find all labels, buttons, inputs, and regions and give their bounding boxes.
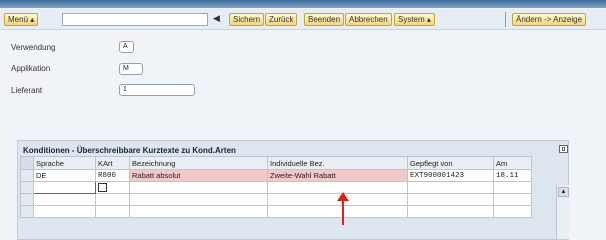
cell-empty[interactable]: [267, 205, 408, 218]
save-button[interactable]: Sichern: [229, 13, 265, 26]
applikation-label: Applikation: [11, 64, 51, 73]
cell-empty[interactable]: [407, 181, 494, 194]
row-selector[interactable]: [20, 205, 34, 218]
column-header-am[interactable]: Am: [493, 156, 532, 170]
row-selector[interactable]: [20, 193, 34, 206]
cell-empty[interactable]: [129, 193, 268, 206]
table-settings-icon[interactable]: [559, 145, 568, 153]
cell-empty[interactable]: [95, 193, 130, 206]
cell-gepflegt-von[interactable]: EXT900001423: [407, 169, 494, 182]
cell-bezeichnung[interactable]: Rabatt absolut: [129, 169, 268, 182]
column-header-kart[interactable]: KArt: [95, 156, 130, 170]
lieferant-label: Lieferant: [11, 86, 43, 95]
exit-button[interactable]: Beenden: [304, 13, 345, 26]
column-header-gepflegt-von[interactable]: Gepflegt von: [407, 156, 494, 170]
row-selector[interactable]: [20, 169, 34, 182]
cell-empty[interactable]: [33, 205, 96, 218]
red-annotation-arrow: [342, 197, 344, 225]
column-header-sprache[interactable]: Sprache: [33, 156, 96, 170]
application-toolbar: Menü ▴ ◀ Sichern Zurück Beenden Abbreche…: [0, 9, 606, 30]
cell-kart[interactable]: R800: [95, 169, 130, 182]
cell-empty[interactable]: [407, 205, 494, 218]
back-arrow-icon[interactable]: ◀: [213, 13, 220, 24]
cell-empty[interactable]: [129, 181, 268, 194]
select-all-cell[interactable]: [20, 156, 34, 170]
verwendung-field[interactable]: A: [119, 41, 134, 53]
table-row: [20, 205, 532, 218]
f4-help-icon[interactable]: [98, 183, 107, 193]
column-header-individuelle-bez[interactable]: Individuelle Bez.: [267, 156, 408, 170]
row-selector[interactable]: [20, 181, 34, 194]
table-row: [20, 193, 532, 206]
verwendung-label: Verwendung: [11, 43, 56, 52]
menu-button[interactable]: Menü ▴: [4, 13, 39, 26]
change-display-button[interactable]: Ändern -> Anzeige: [512, 13, 587, 26]
lieferant-field[interactable]: 1: [119, 84, 195, 96]
cell-am[interactable]: 18.11: [493, 169, 532, 182]
command-field[interactable]: [62, 13, 208, 26]
cell-individuelle-bez[interactable]: Zweite-Wahl Rabatt: [267, 169, 408, 182]
conditions-table-panel: Konditionen - Überschreibbare Kurztexte …: [17, 140, 569, 240]
applikation-field[interactable]: M: [119, 63, 143, 75]
cell-empty[interactable]: [407, 193, 494, 206]
table-row: [20, 181, 532, 194]
vertical-scrollbar[interactable]: ▲: [556, 185, 569, 239]
cell-sprache-input[interactable]: [33, 181, 96, 194]
cell-empty[interactable]: [95, 205, 130, 218]
toolbar-separator: [505, 12, 506, 27]
scroll-up-icon[interactable]: ▲: [558, 187, 569, 197]
cell-empty[interactable]: [33, 193, 96, 206]
panel-title: Konditionen - Überschreibbare Kurztexte …: [23, 146, 236, 155]
cell-empty[interactable]: [493, 193, 532, 206]
column-header-bezeichnung[interactable]: Bezeichnung: [129, 156, 268, 170]
cancel-button[interactable]: Abbrechen: [345, 13, 392, 26]
window-title-bar: ▬ ▬▬ ▬▬▬: [0, 0, 606, 8]
cell-empty[interactable]: [493, 205, 532, 218]
system-menu-button[interactable]: System ▴: [394, 13, 435, 26]
back-button[interactable]: Zurück: [265, 13, 298, 26]
cell-sprache[interactable]: DE: [33, 169, 96, 182]
cell-kart-input[interactable]: [95, 181, 130, 194]
conditions-table: Sprache KArt Bezeichnung Individuelle Be…: [20, 156, 532, 218]
cell-empty[interactable]: [129, 205, 268, 218]
cell-empty[interactable]: [493, 181, 532, 194]
table-row: DE R800 Rabatt absolut Zweite-Wahl Rabat…: [20, 169, 532, 182]
table-header-row: Sprache KArt Bezeichnung Individuelle Be…: [20, 156, 532, 170]
